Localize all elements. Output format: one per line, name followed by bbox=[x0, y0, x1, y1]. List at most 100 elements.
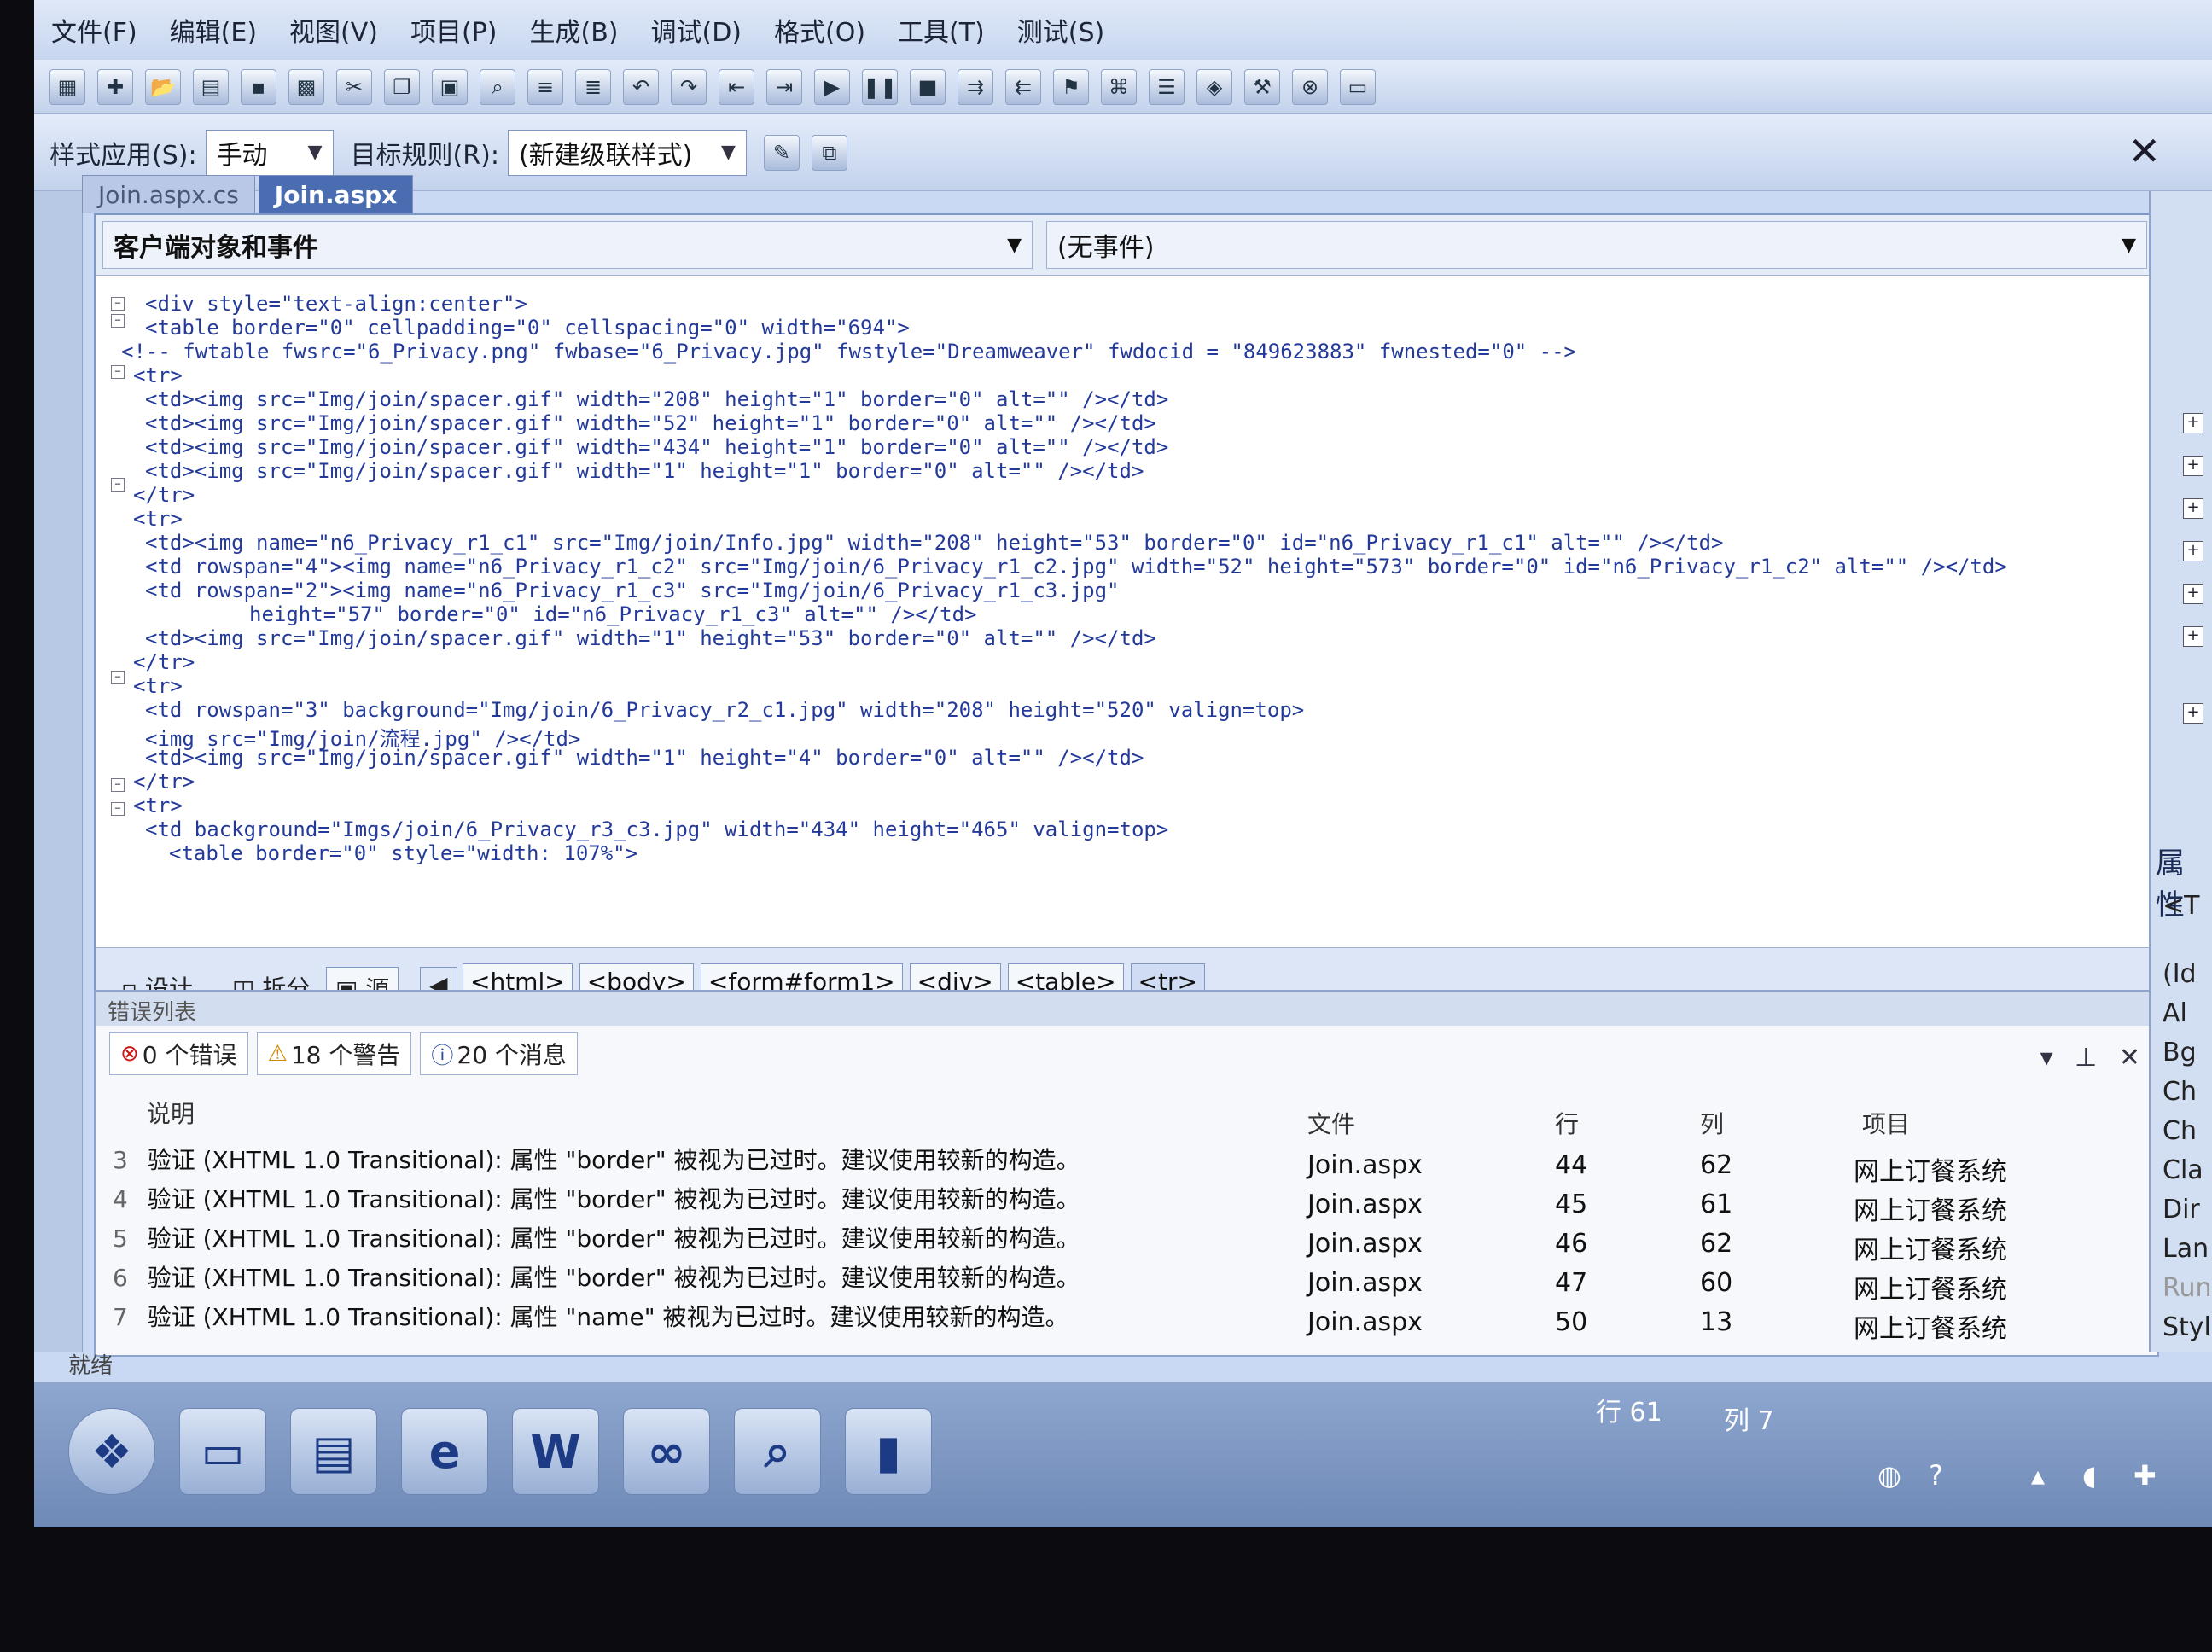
pause-icon[interactable]: ❚❚ bbox=[862, 68, 898, 105]
redo-icon[interactable]: ↷ bbox=[671, 68, 707, 105]
collapse-icon[interactable]: − bbox=[111, 314, 125, 328]
errors-filter-button[interactable]: ⊗ 0 个错误 bbox=[109, 1032, 248, 1075]
property-item[interactable]: Run bbox=[2163, 1273, 2212, 1303]
error-row[interactable]: 3 验证 (XHTML 1.0 Transitional): 属性 "borde… bbox=[113, 1142, 1080, 1176]
menu-test[interactable]: 测试(S) bbox=[1017, 11, 1104, 49]
error-row[interactable]: 7 验证 (XHTML 1.0 Transitional): 属性 "name"… bbox=[113, 1299, 1069, 1333]
stop-icon[interactable]: ■ bbox=[910, 68, 946, 105]
col-file-header[interactable]: 文件 bbox=[1307, 1106, 1355, 1140]
paste-icon[interactable]: ▣ bbox=[432, 68, 468, 105]
expand-icon[interactable]: + bbox=[2183, 413, 2203, 433]
solution-explorer-icon[interactable]: ⌘ bbox=[1101, 68, 1137, 105]
save-all-icon[interactable]: ▩ bbox=[288, 68, 324, 105]
search-icon[interactable]: ⌕ bbox=[734, 1408, 821, 1495]
bookmark-icon[interactable]: ⚑ bbox=[1053, 68, 1089, 105]
collapse-icon[interactable]: − bbox=[111, 297, 125, 311]
word-icon[interactable]: W bbox=[512, 1408, 599, 1495]
explorer-icon[interactable]: ▤ bbox=[290, 1408, 377, 1495]
collapse-icon[interactable]: − bbox=[111, 365, 125, 379]
property-item[interactable]: Cla bbox=[2163, 1155, 2203, 1185]
col-line-header[interactable]: 行 bbox=[1555, 1106, 1579, 1140]
output-icon[interactable]: ▭ bbox=[1340, 68, 1376, 105]
uncomment-icon[interactable]: ≣ bbox=[575, 68, 611, 105]
error-row[interactable]: 6 验证 (XHTML 1.0 Transitional): 属性 "borde… bbox=[113, 1259, 1080, 1294]
open-file-icon[interactable]: 📂 bbox=[145, 68, 181, 105]
collapse-icon[interactable]: − bbox=[111, 671, 125, 684]
ie-icon[interactable]: e bbox=[401, 1408, 488, 1495]
warnings-filter-button[interactable]: ⚠ 18 个警告 bbox=[256, 1032, 412, 1075]
expand-icon[interactable]: + bbox=[2183, 456, 2203, 476]
start-debug-icon[interactable]: ▶ bbox=[814, 68, 850, 105]
toolbox-strip[interactable] bbox=[34, 191, 83, 1352]
error-list-icon[interactable]: ⊗ bbox=[1292, 68, 1328, 105]
property-item[interactable]: Ch bbox=[2163, 1077, 2197, 1107]
property-item[interactable]: Ch bbox=[2163, 1116, 2197, 1146]
help-icon[interactable]: ? bbox=[1929, 1459, 1943, 1492]
network-icon[interactable]: ◍ bbox=[1877, 1459, 1901, 1492]
collapse-icon[interactable]: − bbox=[111, 778, 125, 792]
events-select[interactable]: (无事件) ▼ bbox=[1046, 221, 2147, 269]
start-orb-icon[interactable]: ❖ bbox=[68, 1408, 155, 1495]
menu-view[interactable]: 视图(V) bbox=[289, 11, 378, 49]
error-row[interactable]: 5 验证 (XHTML 1.0 Transitional): 属性 "borde… bbox=[113, 1220, 1080, 1254]
col-project-header[interactable]: 项目 bbox=[1862, 1106, 1910, 1140]
app-icon[interactable]: ∞ bbox=[623, 1408, 710, 1495]
cut-icon[interactable]: ✂ bbox=[336, 68, 372, 105]
toolbox-icon[interactable]: ⚒ bbox=[1244, 68, 1280, 105]
close-icon[interactable]: ✕ bbox=[2128, 128, 2161, 174]
navigate-back-icon[interactable]: ⇤ bbox=[719, 68, 754, 105]
property-item[interactable]: Dir bbox=[2163, 1195, 2200, 1224]
property-item[interactable]: Bg bbox=[2163, 1038, 2197, 1067]
show-hidden-icon[interactable]: ▴ bbox=[2031, 1459, 2045, 1492]
object-browser-icon[interactable]: ◈ bbox=[1196, 68, 1232, 105]
col-desc-header[interactable]: 说明 bbox=[147, 1096, 195, 1130]
col-col-header[interactable]: 列 bbox=[1700, 1106, 1724, 1140]
menu-file[interactable]: 文件(F) bbox=[51, 11, 137, 49]
menu-edit[interactable]: 编辑(E) bbox=[170, 11, 257, 49]
outdent-icon[interactable]: ⇇ bbox=[1005, 68, 1041, 105]
comment-icon[interactable]: ≡ bbox=[527, 68, 563, 105]
menu-project[interactable]: 项目(P) bbox=[410, 11, 498, 49]
attach-stylesheet-icon[interactable]: ⧉ bbox=[811, 134, 847, 171]
action-center-icon[interactable]: ✚ bbox=[2133, 1459, 2157, 1492]
error-row[interactable]: 4 验证 (XHTML 1.0 Transitional): 属性 "borde… bbox=[113, 1181, 1080, 1215]
add-new-icon[interactable]: ▤ bbox=[193, 68, 229, 105]
property-item[interactable]: Lan bbox=[2163, 1234, 2209, 1264]
property-item[interactable]: Styl bbox=[2163, 1312, 2211, 1342]
expand-icon[interactable]: + bbox=[2183, 626, 2203, 647]
target-rule-select[interactable]: (新建级联样式) ▼ bbox=[507, 129, 747, 176]
expand-icon[interactable]: + bbox=[2183, 584, 2203, 604]
volume-icon[interactable]: ◖ bbox=[2082, 1459, 2097, 1492]
expand-icon[interactable]: + bbox=[2183, 498, 2203, 519]
property-item[interactable]: <T bbox=[2163, 891, 2199, 921]
property-item[interactable]: (Id bbox=[2163, 959, 2197, 989]
notes-icon[interactable]: ▮ bbox=[845, 1408, 932, 1495]
menu-build[interactable]: 生成(B) bbox=[529, 11, 618, 49]
find-icon[interactable]: ⌕ bbox=[480, 68, 515, 105]
new-style-icon[interactable]: ✎ bbox=[763, 134, 800, 171]
copy-icon[interactable]: ❐ bbox=[384, 68, 420, 105]
new-project-icon[interactable]: ▦ bbox=[49, 68, 85, 105]
folder-icon[interactable]: ▭ bbox=[179, 1408, 266, 1495]
code-area[interactable]: − − − − − − − <div style="text-align:cen… bbox=[96, 276, 2144, 934]
properties-icon[interactable]: ☰ bbox=[1149, 68, 1185, 105]
expand-icon[interactable]: + bbox=[2183, 541, 2203, 561]
tab-join-aspx-cs[interactable]: Join.aspx.cs bbox=[82, 175, 255, 213]
navigate-forward-icon[interactable]: ⇥ bbox=[766, 68, 802, 105]
style-apply-select[interactable]: 手动 ▼ bbox=[205, 129, 334, 176]
add-item-icon[interactable]: ✚ bbox=[97, 68, 133, 105]
menu-debug[interactable]: 调试(D) bbox=[650, 11, 742, 49]
tab-join-aspx[interactable]: Join.aspx bbox=[258, 175, 414, 213]
collapse-icon[interactable]: − bbox=[111, 802, 125, 816]
property-item[interactable]: Al bbox=[2163, 998, 2187, 1028]
save-icon[interactable]: ▪ bbox=[241, 68, 276, 105]
close-icon[interactable]: ✕ bbox=[2119, 1043, 2140, 1073]
client-objects-select[interactable]: 客户端对象和事件 ▼ bbox=[102, 221, 1033, 269]
menu-tools[interactable]: 工具(T) bbox=[898, 11, 985, 49]
menu-format[interactable]: 格式(O) bbox=[774, 11, 865, 49]
indent-icon[interactable]: ⇉ bbox=[958, 68, 993, 105]
pin-icon[interactable]: ⊥ bbox=[2075, 1043, 2097, 1073]
expand-icon[interactable]: + bbox=[2183, 703, 2203, 724]
undo-icon[interactable]: ↶ bbox=[623, 68, 659, 105]
collapse-icon[interactable]: − bbox=[111, 478, 125, 492]
